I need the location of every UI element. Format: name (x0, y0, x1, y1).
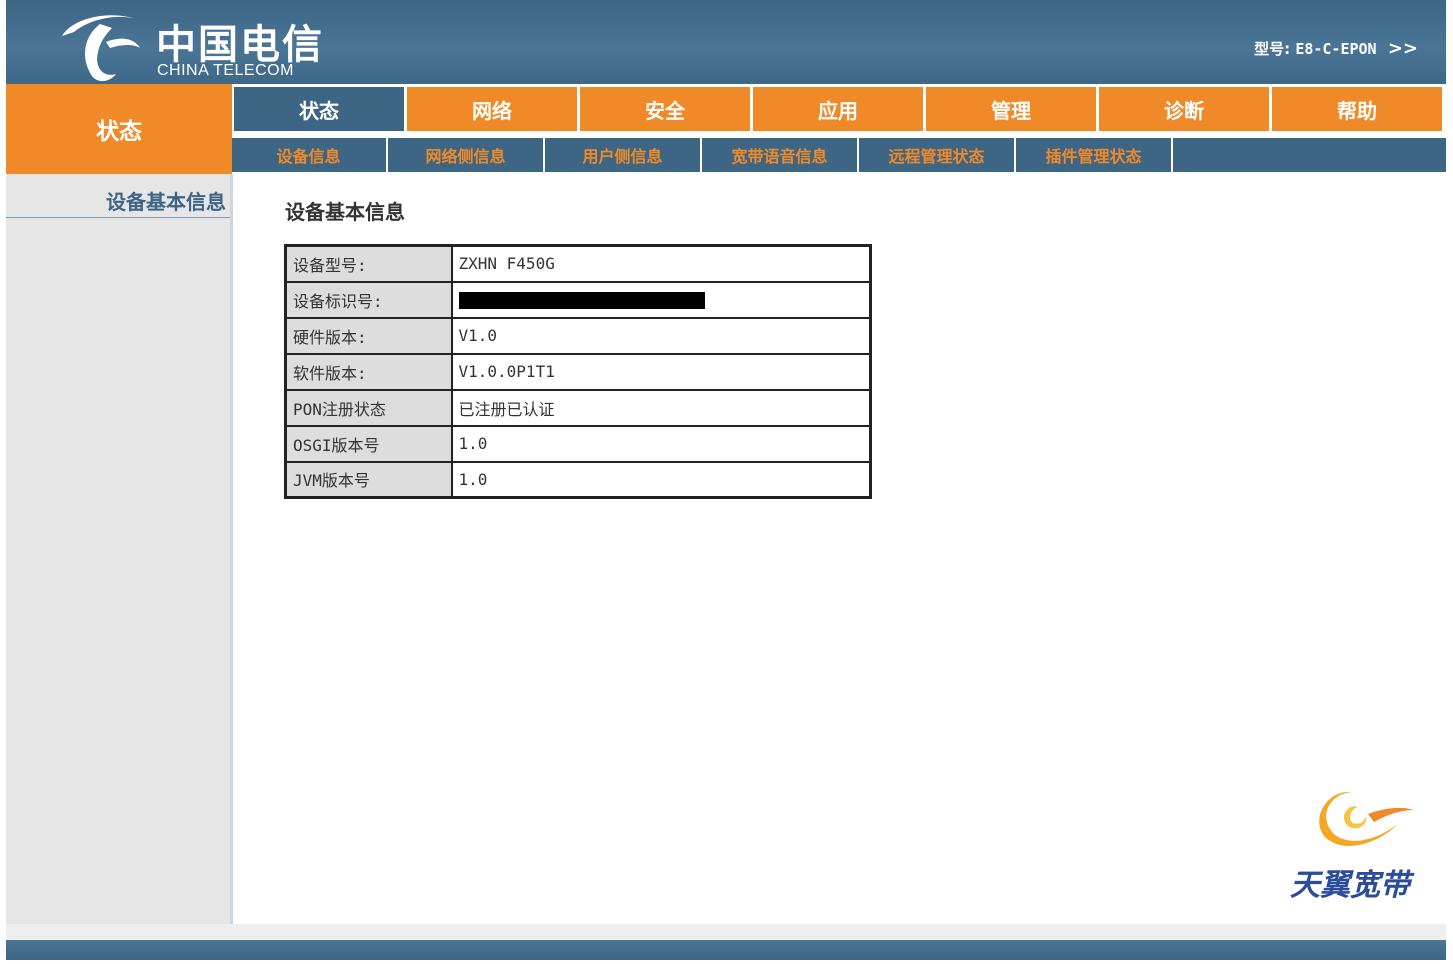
row-value: V1.0.0P1T1 (450, 352, 872, 391)
footer-spacer (6, 924, 1446, 940)
nav-tab-network[interactable]: 网络 (407, 87, 577, 131)
row-key: 设备型号: (284, 244, 453, 283)
row-value-redacted (450, 280, 872, 319)
subnav-divider (386, 138, 388, 172)
subnav-divider (1171, 138, 1173, 172)
row-value: 1.0 (450, 460, 872, 499)
sidebar-item-device-basic-info[interactable]: 设备基本信息 (6, 186, 232, 218)
router-admin-page: 中国电信 CHINA TELECOM 型号: E8-C-EPON >> 状态 状… (6, 0, 1446, 964)
model-arrow-link[interactable]: >> (1388, 38, 1418, 59)
row-value: 1.0 (450, 424, 872, 463)
subnav-user-side-info[interactable]: 用户侧信息 (548, 138, 697, 172)
row-key: JVM版本号 (284, 460, 453, 499)
nav-tab-management[interactable]: 管理 (926, 87, 1096, 131)
main-content: 设备基本信息 设备型号: ZXHN F450G 设备标识号: 硬件版本: V1.… (233, 174, 1446, 924)
row-key: PON注册状态 (284, 388, 453, 427)
header-banner: 中国电信 CHINA TELECOM 型号: E8-C-EPON >> (6, 0, 1446, 84)
logo-english-text: CHINA TELECOM (157, 62, 294, 79)
section-title: 状态 (6, 84, 232, 174)
subnav-divider (1014, 138, 1016, 172)
sidebar: 设备基本信息 (6, 174, 233, 924)
nav-tab-diagnostics[interactable]: 诊断 (1099, 87, 1269, 131)
device-info-table: 设备型号: ZXHN F450G 设备标识号: 硬件版本: V1.0 软件版本:… (284, 244, 872, 499)
row-value: V1.0 (450, 316, 872, 355)
row-value: ZXHN F450G (450, 244, 872, 283)
brand-text: 天翼宽带 (1290, 868, 1410, 903)
footer-bar (6, 940, 1446, 960)
redaction-bar (458, 292, 705, 309)
subnav-voice-info[interactable]: 宽带语音信息 (705, 138, 854, 172)
sub-nav: 设备信息 网络侧信息 用户侧信息 宽带语音信息 远程管理状态 插件管理状态 (232, 138, 1446, 172)
model-value: E8-C-EPON (1295, 40, 1377, 58)
subnav-device-info[interactable]: 设备信息 (234, 138, 383, 172)
subnav-network-side-info[interactable]: 网络侧信息 (391, 138, 540, 172)
nav-tab-help[interactable]: 帮助 (1272, 87, 1442, 131)
subnav-plugin-management[interactable]: 插件管理状态 (1019, 138, 1168, 172)
row-key: OSGI版本号 (284, 424, 453, 463)
row-value: 已注册已认证 (450, 388, 872, 427)
main-nav: 状态 网络 安全 应用 管理 诊断 帮助 (232, 84, 1446, 134)
china-telecom-logo: 中国电信 CHINA TELECOM (54, 6, 354, 82)
nav-tab-status[interactable]: 状态 (234, 87, 404, 131)
table-row: 硬件版本: V1.0 (284, 316, 872, 355)
table-row: 设备型号: ZXHN F450G (284, 244, 872, 283)
subnav-remote-management[interactable]: 远程管理状态 (862, 138, 1011, 172)
subnav-divider (543, 138, 545, 172)
row-key: 设备标识号: (284, 280, 453, 319)
tianyi-swirl-icon (1319, 791, 1414, 846)
model-label: 型号: (1254, 40, 1291, 58)
table-row: 设备标识号: (284, 280, 872, 319)
nav-tab-application[interactable]: 应用 (753, 87, 923, 131)
table-row: PON注册状态 已注册已认证 (284, 388, 872, 427)
table-row: OSGI版本号 1.0 (284, 424, 872, 463)
model-info: 型号: E8-C-EPON >> (1254, 38, 1418, 59)
subnav-divider (857, 138, 859, 172)
row-key: 硬件版本: (284, 316, 453, 355)
tianyi-brand: 天翼宽带 (1284, 784, 1424, 904)
row-key: 软件版本: (284, 352, 453, 391)
telecom-swirl-icon (62, 15, 140, 82)
page-title: 设备基本信息 (285, 200, 405, 224)
table-row: JVM版本号 1.0 (284, 460, 872, 499)
subnav-divider (700, 138, 702, 172)
nav-tab-security[interactable]: 安全 (580, 87, 750, 131)
table-row: 软件版本: V1.0.0P1T1 (284, 352, 872, 391)
